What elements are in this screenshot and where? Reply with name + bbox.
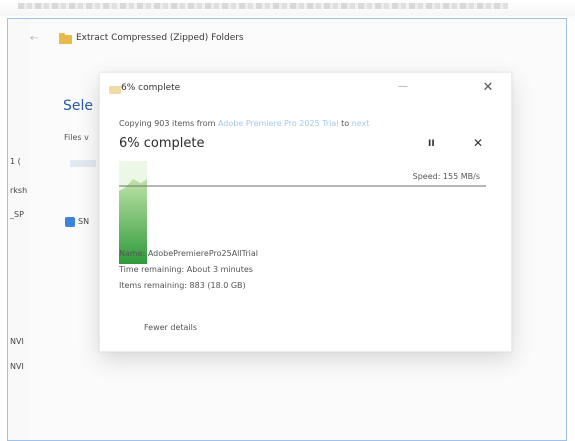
background-heading: Sele <box>63 98 94 114</box>
top-screen-strip <box>0 0 575 16</box>
pause-button[interactable]: II <box>428 139 435 149</box>
cancel-button[interactable]: ✕ <box>473 136 483 150</box>
copy-progress-dialog: 6% complete — ✕ Copying 903 items from A… <box>99 72 512 352</box>
minimize-button[interactable]: — <box>392 79 414 97</box>
back-arrow-icon[interactable]: ← <box>30 33 38 44</box>
checkbox-icon[interactable] <box>65 217 75 227</box>
background-left-label: 1 ( <box>10 157 21 166</box>
time-remaining-text: Time remaining: About 3 minutes <box>119 265 253 274</box>
background-window-title: Extract Compressed (Zipped) Folders <box>76 33 244 43</box>
background-left-label: NVI <box>10 337 24 346</box>
percent-complete-heading: 6% complete <box>119 136 205 151</box>
destination-link[interactable]: next <box>352 119 370 128</box>
file-name-text: Name: AdobePremierePro25AllTrial <box>119 249 258 258</box>
items-remaining-text: Items remaining: 883 (18.0 GB) <box>119 281 246 290</box>
background-faint-button[interactable] <box>70 160 96 167</box>
top-strip-noise <box>18 3 508 9</box>
fewer-details-button[interactable]: Fewer details <box>144 323 197 332</box>
background-left-label: _SP <box>10 210 24 219</box>
background-left-label: NVI <box>10 362 24 371</box>
zip-folder-icon <box>59 33 72 44</box>
background-left-label: rksh <box>10 186 28 195</box>
background-checkbox-label: SN <box>78 217 90 226</box>
copy-prefix: Copying 903 items from <box>119 119 218 128</box>
source-link[interactable]: Adobe Premiere Pro 2025 Trial <box>218 119 339 128</box>
background-left-edge <box>8 19 30 440</box>
folder-icon <box>109 86 121 94</box>
copy-summary: Copying 903 items from Adobe Premiere Pr… <box>119 119 369 128</box>
background-files-label: Files v <box>64 133 89 142</box>
speed-label: Speed: 155 MB/s <box>412 172 480 181</box>
copy-mid: to <box>338 119 352 128</box>
close-button[interactable]: ✕ <box>477 79 499 97</box>
dialog-title: 6% complete <box>121 83 181 93</box>
